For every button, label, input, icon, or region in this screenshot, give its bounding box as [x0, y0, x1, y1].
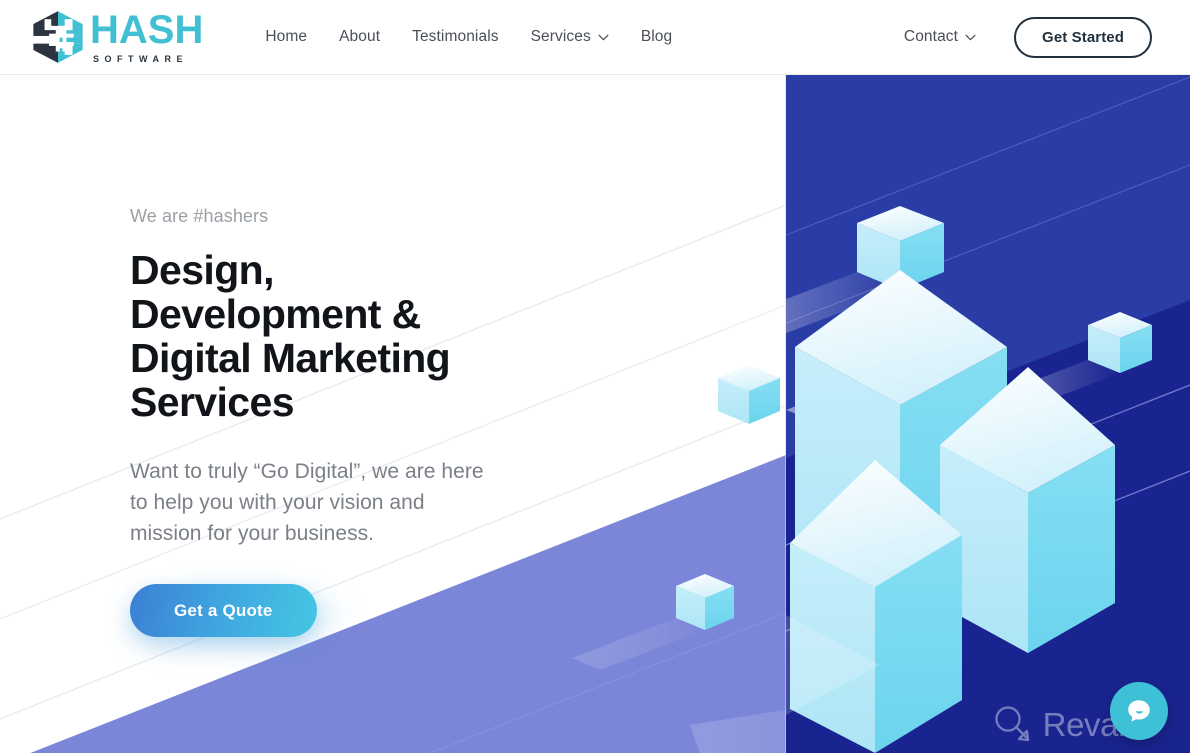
nav-label: Contact [903, 28, 959, 45]
nav-label: Blog [640, 28, 673, 45]
main-navigation: Home About Testimonials Services Blog [249, 22, 688, 52]
brand-wordmark: HASH SOFTWARE [90, 10, 203, 64]
nav-label: Home [265, 28, 308, 45]
nav-item-home[interactable]: Home [249, 22, 323, 52]
nav-label: About [339, 28, 381, 45]
hero-headline: Design, Development & Digital Marketing … [130, 246, 451, 426]
hash-hexagon-logo-icon [33, 11, 83, 63]
nav-label: Services [530, 28, 591, 45]
hero-subcopy: Want to truly “Go Digital”, we are here … [130, 459, 484, 546]
hero-eyebrow: We are #hashers [130, 206, 269, 226]
get-a-quote-button[interactable]: Get a Quote [130, 583, 317, 637]
header-actions: Contact Get Started [888, 16, 1152, 58]
hero-cta-wrapper: Get a Quote [116, 575, 360, 652]
site-header: HASH SOFTWARE Home About Testimonials Se… [0, 0, 1190, 75]
nav-item-contact[interactable]: Contact [888, 22, 992, 52]
chevron-down-icon [965, 34, 976, 40]
hero-section: We are #hashers Design, Development & Di… [0, 75, 1190, 753]
chat-bubble-icon [1128, 700, 1150, 722]
page-root: HASH SOFTWARE Home About Testimonials Se… [0, 0, 1190, 753]
chat-widget-button[interactable] [1110, 682, 1168, 740]
hero-copy: We are #hashers Design, Development & Di… [116, 206, 650, 652]
nav-item-blog[interactable]: Blog [625, 22, 688, 52]
brand-tagline: SOFTWARE [93, 54, 188, 64]
get-started-button[interactable]: Get Started [1014, 16, 1152, 58]
brand-logo-link[interactable]: HASH SOFTWARE [30, 9, 203, 65]
nav-item-testimonials[interactable]: Testimonials [396, 22, 514, 52]
brand-name: HASH [90, 8, 204, 52]
nav-label: Testimonials [412, 28, 499, 45]
chevron-down-icon [598, 34, 609, 40]
nav-item-about[interactable]: About [323, 22, 396, 52]
nav-item-services[interactable]: Services [515, 22, 625, 52]
